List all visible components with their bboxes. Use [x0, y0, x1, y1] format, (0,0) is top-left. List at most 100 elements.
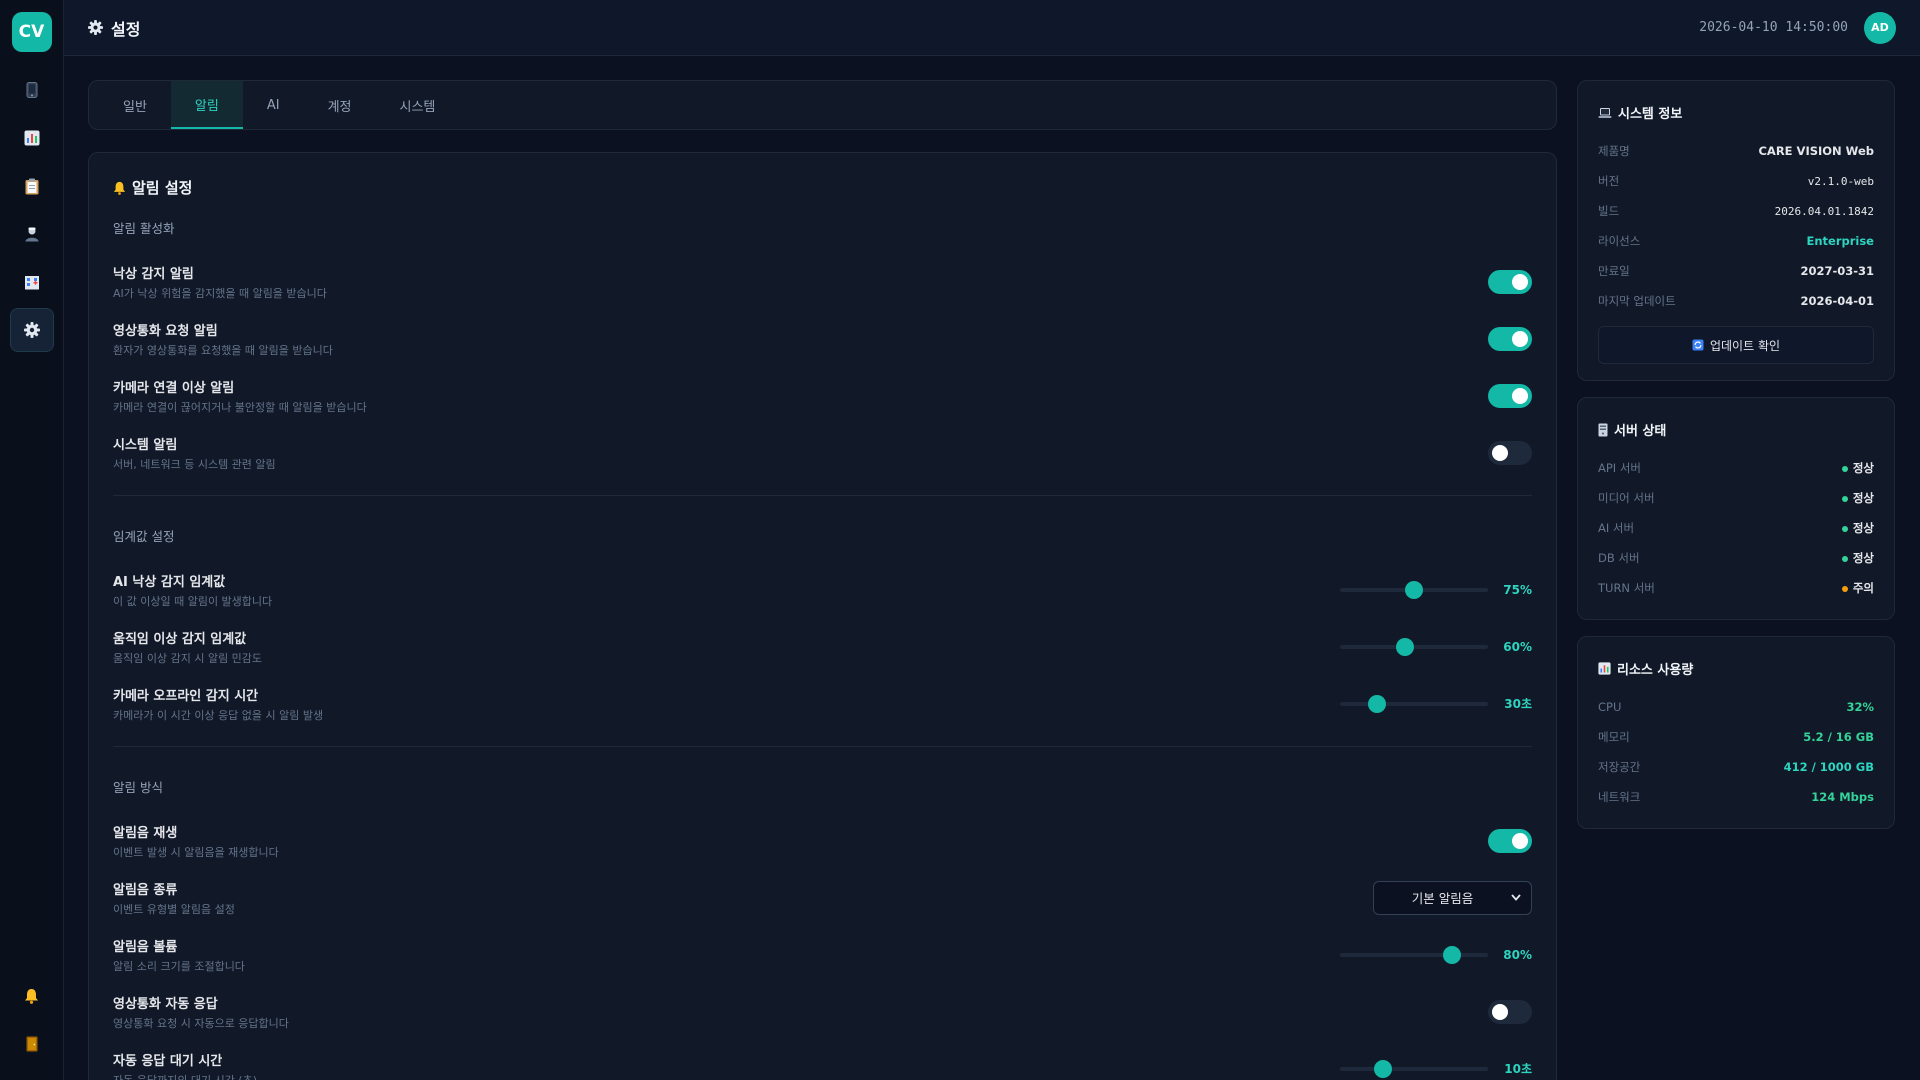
resource-value: 412 / 1000 GB [1783, 760, 1874, 774]
nav-item-notifications[interactable] [10, 974, 54, 1018]
slider-thumb[interactable] [1405, 580, 1423, 599]
fall-threshold-slider[interactable] [1340, 580, 1488, 599]
chart-icon [1598, 662, 1611, 675]
nav-item-statistics[interactable] [10, 116, 54, 160]
nav-item-records[interactable] [10, 164, 54, 208]
refresh-icon [1692, 339, 1704, 351]
resource-value: 32% [1846, 700, 1874, 714]
server-name: DB 서버 [1598, 551, 1640, 565]
slider-value: 80% [1503, 947, 1532, 962]
info-row-build: 빌드 2026.04.01.1842 [1598, 196, 1874, 226]
resource-name: 저장공간 [1598, 760, 1641, 774]
setting-title: 시스템 알림 [113, 437, 178, 453]
server-row-turn: TURN 서버 주의 [1598, 573, 1874, 603]
slider-thumb[interactable] [1396, 637, 1415, 656]
auto-answer-toggle[interactable] [1488, 999, 1532, 1024]
server-status-panel: 서버 상태 API 서버 정상 미디어 서버 정상 AI 서버 정상 DB 서버… [1577, 397, 1895, 620]
tab-alerts[interactable]: 알림 [170, 81, 243, 129]
chart-icon [24, 130, 40, 146]
volume-slider[interactable] [1340, 945, 1488, 964]
nav-item-mobile[interactable] [10, 68, 54, 112]
gear-icon [88, 20, 103, 35]
server-row-media: 미디어 서버 정상 [1598, 483, 1874, 513]
status-dot [1841, 585, 1848, 592]
setting-title: AI 낙상 감지 임계값 [113, 574, 226, 590]
section-threshold: 임계값 설정 [113, 529, 175, 544]
sidebar-nav [9, 68, 54, 352]
nav-item-settings[interactable] [9, 308, 54, 352]
info-value: 2026-04-01 [1800, 294, 1874, 308]
slider-thumb[interactable] [1368, 694, 1386, 713]
tab-account[interactable]: 계정 [304, 81, 376, 129]
nav-item-logout[interactable] [10, 1022, 54, 1066]
app-logo[interactable]: CV [11, 12, 52, 52]
info-value: 2026.04.01.1842 [1774, 204, 1874, 218]
video-call-alert-toggle[interactable] [1488, 326, 1532, 351]
card-title-text: 알림 설정 [132, 179, 193, 197]
chevron-down-icon [1511, 894, 1521, 901]
status-dot [1841, 465, 1848, 472]
panel-title-text: 시스템 정보 [1618, 107, 1683, 122]
check-update-label: 업데이트 확인 [1709, 338, 1781, 353]
right-column: 시스템 정보 제품명 CARE VISION Web 버전 v2.1.0-web… [1577, 80, 1895, 845]
setting-title: 카메라 오프라인 감지 시간 [113, 688, 259, 704]
server-row-api: API 서버 정상 [1598, 453, 1874, 483]
avatar[interactable]: AD [1864, 11, 1896, 44]
setting-title: 영상통화 자동 응답 [113, 996, 218, 1012]
resource-value: 124 Mbps [1811, 790, 1874, 804]
panel-title-text: 서버 상태 [1614, 424, 1667, 439]
setting-row-sound-play: 알림음 재생 이벤트 발생 시 알림음을 재생합니다 [113, 812, 1532, 869]
mobile-icon [26, 82, 38, 98]
tab-system[interactable]: 시스템 [376, 81, 460, 129]
main-content: 일반 알림 AI 계정 시스템 알림 설정 알림 활성화 낙상 감지 알림 AI… [88, 80, 1557, 1080]
info-row-product: 제품명 CARE VISION Web [1598, 136, 1874, 166]
fall-alert-toggle[interactable] [1488, 269, 1532, 294]
server-row-ai: AI 서버 정상 [1598, 513, 1874, 543]
panel-title: 서버 상태 [1598, 420, 1874, 439]
setting-row-system-alert: 시스템 알림 서버, 네트워크 등 시스템 관련 알림 [113, 424, 1532, 481]
setting-row-video-call-alert: 영상통화 요청 알림 환자가 영상통화를 요청했을 때 알림을 받습니다 [113, 310, 1532, 367]
slider-thumb[interactable] [1373, 1059, 1392, 1078]
status-dot [1841, 495, 1848, 502]
gear-icon [23, 322, 40, 338]
info-key: 라이선스 [1598, 234, 1641, 248]
sidebar-bottom [10, 974, 54, 1066]
camera-alert-toggle[interactable] [1488, 383, 1532, 408]
system-alert-toggle[interactable] [1488, 440, 1532, 465]
status-dot [1841, 555, 1848, 562]
check-update-button[interactable]: 업데이트 확인 [1598, 326, 1874, 364]
section-alert-activation: 알림 활성화 [113, 221, 175, 236]
tab-ai[interactable]: AI [243, 81, 304, 129]
auto-wait-slider[interactable] [1340, 1059, 1488, 1078]
setting-title: 낙상 감지 알림 [113, 266, 194, 282]
tab-general[interactable]: 일반 [99, 81, 171, 129]
resource-row-network: 네트워크 124 Mbps [1598, 782, 1874, 812]
motion-threshold-slider[interactable] [1340, 637, 1488, 656]
setting-description: 카메라가 이 시간 이상 응답 없을 시 알림 발생 [113, 708, 324, 722]
resource-row-memory: 메모리 5.2 / 16 GB [1598, 722, 1874, 752]
info-value: CARE VISION Web [1758, 144, 1874, 158]
info-row-version: 버전 v2.1.0-web [1598, 166, 1874, 196]
user-icon [24, 226, 40, 242]
nav-item-staff[interactable] [10, 212, 54, 256]
camera-offline-slider[interactable] [1340, 694, 1488, 713]
setting-row-auto-answer: 영상통화 자동 응답 영상통화 요청 시 자동으로 응답합니다 [113, 983, 1532, 1040]
info-row-expiry: 만료일 2027-03-31 [1598, 256, 1874, 286]
info-value: 2027-03-31 [1800, 264, 1874, 278]
sound-type-select[interactable]: 기본 알림음 [1373, 880, 1532, 915]
current-datetime: 2026-04-10 14:50:00 [1699, 20, 1848, 35]
status-dot [1841, 525, 1848, 532]
server-icon [1598, 423, 1608, 437]
slider-value: 10초 [1504, 1062, 1532, 1076]
server-row-db: DB 서버 정상 [1598, 543, 1874, 573]
nav-item-facility[interactable] [10, 260, 54, 304]
slider-value: 60% [1503, 639, 1532, 654]
sound-play-toggle[interactable] [1488, 828, 1532, 853]
slider-thumb[interactable] [1443, 945, 1462, 964]
setting-row-camera-offline-time: 카메라 오프라인 감지 시간 카메라가 이 시간 이상 응답 없을 시 알림 발… [113, 675, 1532, 732]
sidebar: CV [0, 0, 64, 1080]
status-text: 정상 [1852, 461, 1874, 475]
status-text: 주의 [1852, 581, 1874, 595]
setting-row-fall-alert: 낙상 감지 알림 AI가 낙상 위험을 감지했을 때 알림을 받습니다 [113, 253, 1532, 310]
section-alert-method: 알림 방식 [113, 780, 163, 795]
